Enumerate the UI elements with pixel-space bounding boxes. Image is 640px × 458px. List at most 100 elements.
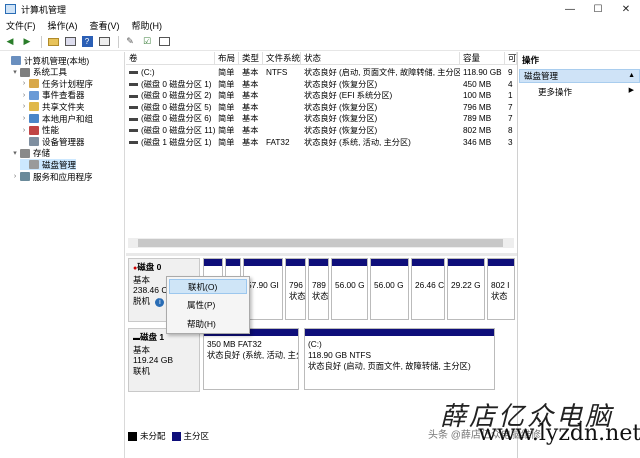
tree-item-label: 任务计划程序 [42, 78, 94, 89]
column-header[interactable]: 文件系统 [263, 52, 301, 65]
back-icon[interactable]: ◀ [3, 35, 17, 49]
edit-icon[interactable]: ✎ [123, 35, 137, 49]
actions-disk-management[interactable]: 磁盘管理 ▲ [519, 69, 640, 83]
table-row[interactable]: (C:) 简单 基本 NTFS 状态良好 (启动, 页面文件, 故障转储, 主分区) 11… [126, 67, 517, 79]
info-icon[interactable]: i [155, 297, 165, 307]
disk-1-partition-1[interactable]: 350 MB FAT32 状态良好 (系统, 活动, 主分 [203, 328, 299, 390]
show-tree-icon[interactable] [63, 35, 77, 49]
disk-0-partition[interactable]: 56.00 G [331, 258, 368, 320]
partition-size: 802 I [491, 280, 510, 290]
table-row[interactable]: (磁盘 0 磁盘分区 6) 简单 基本 状态良好 (恢复分区) 789 MB 7 [126, 113, 517, 125]
more-actions-label: 更多操作 [538, 87, 573, 97]
tree-item[interactable]: › 共享文件夹 [20, 101, 85, 112]
computer-icon [11, 56, 21, 65]
horizontal-scrollbar[interactable] [128, 238, 514, 248]
tree-item[interactable]: 磁盘管理 [20, 159, 77, 171]
column-header[interactable]: 状态 [301, 52, 460, 65]
disk-0-partition[interactable]: 802 I 状态 [487, 258, 515, 320]
tree-item[interactable]: › 任务计划程序 [20, 78, 93, 89]
collapsed-arrow-icon[interactable]: › [20, 103, 28, 110]
maximize-button[interactable]: ☐ [584, 0, 612, 18]
tree-item[interactable]: › 服务和应用程序 [11, 171, 93, 182]
table-cell: 简单 [218, 114, 235, 124]
more-actions[interactable]: 更多操作 [538, 86, 572, 98]
table-cell: 118.90 GB [463, 68, 502, 77]
tree-item[interactable]: 计算机管理(本地) [2, 55, 89, 66]
pane-splitter[interactable] [126, 253, 517, 256]
check-icon[interactable]: ☑ [140, 35, 154, 49]
menu-item-properties[interactable]: 属性(P) [169, 298, 247, 313]
table-row[interactable]: (磁盘 0 磁盘分区 5) 简单 基本 状态良好 (恢复分区) 796 MB 7 [126, 102, 517, 114]
column-header[interactable]: 类型 [239, 52, 263, 65]
table-cell: NTFS [266, 68, 288, 77]
menu-item-online[interactable]: 联机(O) [169, 279, 247, 294]
column-header[interactable]: 卷 [126, 52, 215, 65]
table-cell: (磁盘 0 磁盘分区 1) [141, 79, 212, 89]
primary-partition-bar [412, 259, 444, 266]
partition-size: 29.22 G [451, 280, 481, 290]
tree-item[interactable]: › 性能 [20, 125, 59, 136]
table-cell: 9 [508, 68, 513, 77]
menu-action[interactable]: 操作(A) [42, 19, 84, 32]
tree-item[interactable]: ▾ 系统工具 [11, 67, 67, 78]
table-row[interactable]: (磁盘 0 磁盘分区 11) 简单 基本 状态良好 (恢复分区) 802 MB 8 [126, 125, 517, 137]
minimize-button[interactable]: — [556, 0, 584, 18]
table-cell-box [266, 79, 301, 91]
title-bar: 计算机管理 — ☐ ✕ [0, 0, 640, 18]
table-row[interactable]: (磁盘 1 磁盘分区 1) 简单 基本 FAT32 状态良好 (系统, 活动, 主分区)… [126, 137, 517, 149]
disk-0-partition[interactable]: 796 状态 [285, 258, 306, 320]
table-cell: 346 MB [463, 137, 492, 147]
expanded-arrow-icon[interactable]: ▾ [11, 149, 19, 157]
collapsed-arrow-icon[interactable]: › [20, 115, 28, 122]
collapse-icon[interactable]: ▲ [628, 70, 635, 82]
volume-list: 卷布局 类型 文件系统 状态 容量可 (C:) 简单 基本 NTFS 状态良好 (启动, 页面文… [126, 52, 517, 253]
close-button[interactable]: ✕ [612, 0, 640, 18]
disk-1-label[interactable]: ▬磁盘 1 基本 119.24 GB 联机 [128, 328, 200, 392]
collapsed-arrow-icon[interactable]: › [20, 92, 28, 99]
column-header[interactable]: 可 [505, 52, 517, 65]
menu-view[interactable]: 查看(V) [84, 19, 126, 32]
tree-item[interactable]: › 本地用户和组 [20, 113, 93, 124]
column-header[interactable]: 布局 [215, 52, 239, 65]
partition-size: 118.90 GB NTFS [308, 350, 372, 360]
disk-0-partition[interactable]: 789 状态 [308, 258, 329, 320]
collapsed-arrow-icon[interactable]: › [11, 173, 19, 180]
disk-0-partition[interactable]: 26.46 C [411, 258, 445, 320]
table-cell: 100 MB [463, 91, 492, 101]
table-cell: 基本 [242, 137, 259, 147]
tree-item[interactable]: 设备管理器 [20, 136, 85, 147]
table-cell: 基本 [242, 91, 259, 101]
disk-name: 磁盘 0 [137, 262, 162, 272]
table-cell-box: 基本 [242, 90, 263, 102]
disk-0-partition[interactable]: 56.00 G [370, 258, 409, 320]
table-row[interactable]: (磁盘 0 磁盘分区 1) 简单 基本 状态良好 (恢复分区) 450 MB 4 [126, 79, 517, 91]
chevron-right-icon[interactable]: ▶ [629, 86, 634, 94]
disk-0-partition[interactable]: 29.22 G [447, 258, 485, 320]
legend: 未分配 主分区 [128, 430, 209, 442]
volume-icon [129, 106, 138, 110]
properties-icon[interactable] [97, 35, 111, 49]
partition-size: 350 MB FAT32 [207, 339, 262, 349]
expanded-arrow-icon[interactable]: ▾ [11, 68, 19, 76]
volume-icon [129, 94, 138, 98]
collapsed-arrow-icon[interactable]: › [20, 80, 28, 87]
tree-item[interactable]: › 事件查看器 [20, 90, 85, 101]
menu-file[interactable]: 文件(F) [0, 19, 42, 32]
disk-1-partition-c[interactable]: (C:) 118.90 GB NTFS 状态良好 (启动, 页面文件, 故障转储… [304, 328, 495, 390]
table-row[interactable]: (磁盘 0 磁盘分区 2) 简单 基本 状态良好 (EFI 系统分区) 100 MB 1 [126, 90, 517, 102]
table-cell: 基本 [242, 102, 259, 112]
list-icon[interactable] [157, 35, 171, 49]
collapsed-arrow-icon[interactable]: › [20, 127, 28, 134]
tree-item[interactable]: ▾ 存储 [11, 148, 50, 159]
table-cell-box: (磁盘 0 磁盘分区 1) [129, 79, 215, 91]
scrollbar-thumb[interactable] [138, 239, 503, 247]
menu-item-help[interactable]: 帮助(H) [169, 317, 247, 332]
column-header[interactable]: 容量 [460, 52, 505, 65]
tree-item-label: 系统工具 [33, 67, 68, 78]
help-icon[interactable]: ? [80, 35, 94, 49]
up-folder-icon[interactable] [46, 35, 60, 49]
services-icon [20, 172, 30, 181]
navigation-tree: 计算机管理(本地) ▾ 系统工具 › 任务计划程序 › 事件查看器 › 共享文件夹 › 本地用户和组… [0, 52, 125, 458]
forward-icon[interactable]: ▶ [20, 35, 34, 49]
menu-help[interactable]: 帮助(H) [126, 19, 169, 32]
